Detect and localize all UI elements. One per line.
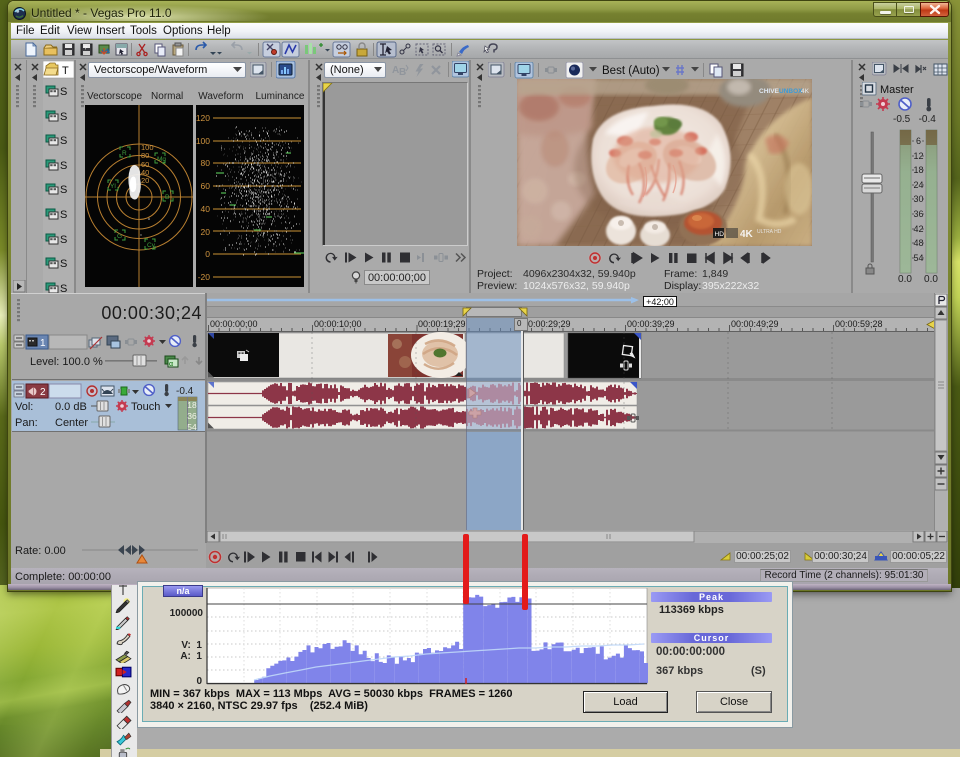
svg-text:80: 80 (201, 158, 211, 168)
svg-text:54: 54 (187, 422, 197, 431)
svg-text:120: 120 (196, 113, 210, 123)
svg-text:1: 1 (40, 338, 46, 349)
svg-text:Vol:: Vol: (15, 401, 33, 413)
svg-text:0.0: 0.0 (898, 274, 912, 285)
svg-text:00:00:00;00: 00:00:00;00 (210, 319, 258, 329)
svg-text:S: S (60, 135, 67, 147)
svg-text:-0.4: -0.4 (176, 386, 194, 397)
svg-text:100: 100 (196, 136, 210, 146)
svg-text:20: 20 (141, 176, 149, 185)
svg-text:S: S (60, 111, 67, 123)
svg-text:B: B (399, 67, 406, 78)
svg-text:40: 40 (201, 204, 211, 214)
svg-text:18: 18 (187, 400, 197, 410)
svg-text:0: 0 (205, 249, 210, 259)
svg-text:0.0 dB: 0.0 dB (55, 401, 87, 413)
svg-text:Center: Center (55, 417, 88, 429)
svg-text:Mg: Mg (157, 156, 166, 163)
svg-text:S: S (60, 283, 67, 293)
svg-text:CHIVE: CHIVE (759, 88, 780, 95)
svg-text:Pan:: Pan: (15, 417, 38, 429)
svg-text:Level: 100.0 %: Level: 100.0 % (30, 356, 103, 368)
svg-text:Best (Auto): Best (Auto) (602, 65, 660, 77)
svg-text:S: S (60, 86, 67, 98)
svg-text:Yl: Yl (110, 183, 116, 190)
svg-text:6: 6 (916, 136, 921, 146)
svg-text:G: G (117, 233, 122, 240)
svg-text:00:00:10;00: 00:00:10;00 (314, 319, 362, 329)
svg-text:UNBOX: UNBOX (779, 88, 803, 95)
svg-text:00:00:19;29: 00:00:19;29 (418, 319, 466, 329)
svg-text:R: R (122, 150, 127, 157)
svg-text:0.0: 0.0 (924, 274, 938, 285)
svg-text:36: 36 (187, 411, 197, 421)
svg-text:Cy: Cy (147, 242, 156, 249)
svg-text:S: S (60, 258, 67, 270)
svg-text:2: 2 (40, 387, 46, 398)
svg-text:Touch: Touch (131, 401, 160, 413)
svg-text:4K: 4K (740, 229, 754, 240)
svg-text:00:00:29;29: 00:00:29;29 (523, 319, 571, 329)
svg-text:T: T (62, 65, 69, 77)
svg-text:B: B (165, 194, 169, 201)
svg-text:00:00:59;28: 00:00:59;28 (835, 319, 883, 329)
svg-text:80: 80 (141, 151, 149, 160)
svg-text:S: S (60, 184, 67, 196)
svg-text:S: S (60, 209, 67, 221)
svg-text:-20: -20 (198, 272, 211, 282)
svg-text:S: S (60, 234, 67, 246)
svg-text:ULTRA HD: ULTRA HD (757, 229, 782, 235)
svg-text:4K: 4K (801, 88, 810, 95)
svg-text:S: S (60, 160, 67, 172)
svg-text:00:00:39;29: 00:00:39;29 (627, 319, 675, 329)
svg-text:α: α (169, 361, 173, 368)
svg-text:60: 60 (201, 181, 211, 191)
svg-text:00:00:49;29: 00:00:49;29 (731, 319, 779, 329)
svg-text:20: 20 (201, 227, 211, 237)
svg-text:HD: HD (715, 231, 725, 238)
